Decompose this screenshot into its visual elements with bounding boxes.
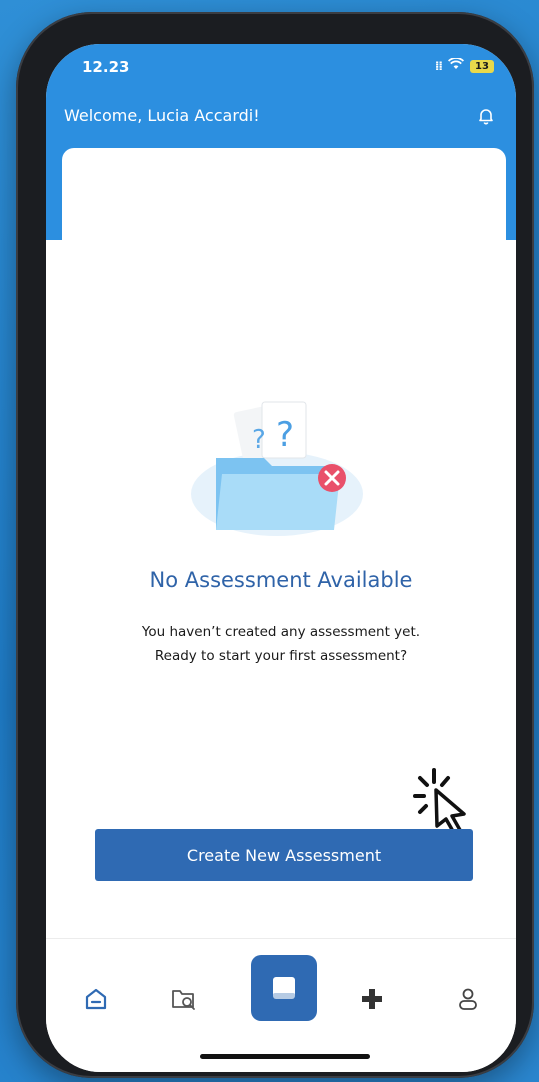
bottom-navigation bbox=[46, 938, 516, 1072]
status-time: 12.23 bbox=[82, 58, 130, 76]
app-screen: 12.23 ⁞⁞ 13 Welcome, Lucia Accardi! ? ? … bbox=[46, 44, 516, 1072]
bell-icon[interactable] bbox=[476, 106, 496, 126]
folder-search-icon bbox=[172, 990, 195, 1010]
empty-folder-illustration: ? ? bbox=[182, 394, 372, 544]
home-indicator bbox=[200, 1054, 370, 1059]
nav-medical[interactable] bbox=[352, 979, 392, 1019]
click-cursor-icon bbox=[412, 766, 476, 838]
welcome-text: Welcome, Lucia Accardi! bbox=[64, 106, 260, 125]
wifi-icon bbox=[447, 57, 465, 74]
svg-text:?: ? bbox=[252, 425, 266, 455]
status-icons: ⁞⁞ 13 bbox=[434, 57, 494, 74]
empty-state-message-line1: You haven’t created any assessment yet. bbox=[141, 624, 421, 640]
assessment-icon bbox=[273, 977, 295, 999]
nav-home[interactable] bbox=[76, 979, 116, 1019]
nav-folder-search[interactable] bbox=[164, 979, 204, 1019]
signal-icon: ⁞⁞ bbox=[434, 59, 443, 73]
nav-profile[interactable] bbox=[448, 979, 488, 1019]
medical-cross-icon bbox=[362, 989, 382, 1009]
empty-state-message-line2: Ready to start your first assessment? bbox=[154, 648, 408, 664]
svg-text:?: ? bbox=[276, 415, 294, 455]
battery-indicator: 13 bbox=[470, 59, 494, 73]
nav-assessment[interactable] bbox=[251, 955, 317, 1021]
profile-icon bbox=[459, 988, 477, 1010]
create-new-assessment-button[interactable]: Create New Assessment bbox=[95, 829, 473, 881]
home-icon bbox=[85, 988, 107, 1010]
empty-state-title: No Assessment Available bbox=[149, 568, 413, 592]
